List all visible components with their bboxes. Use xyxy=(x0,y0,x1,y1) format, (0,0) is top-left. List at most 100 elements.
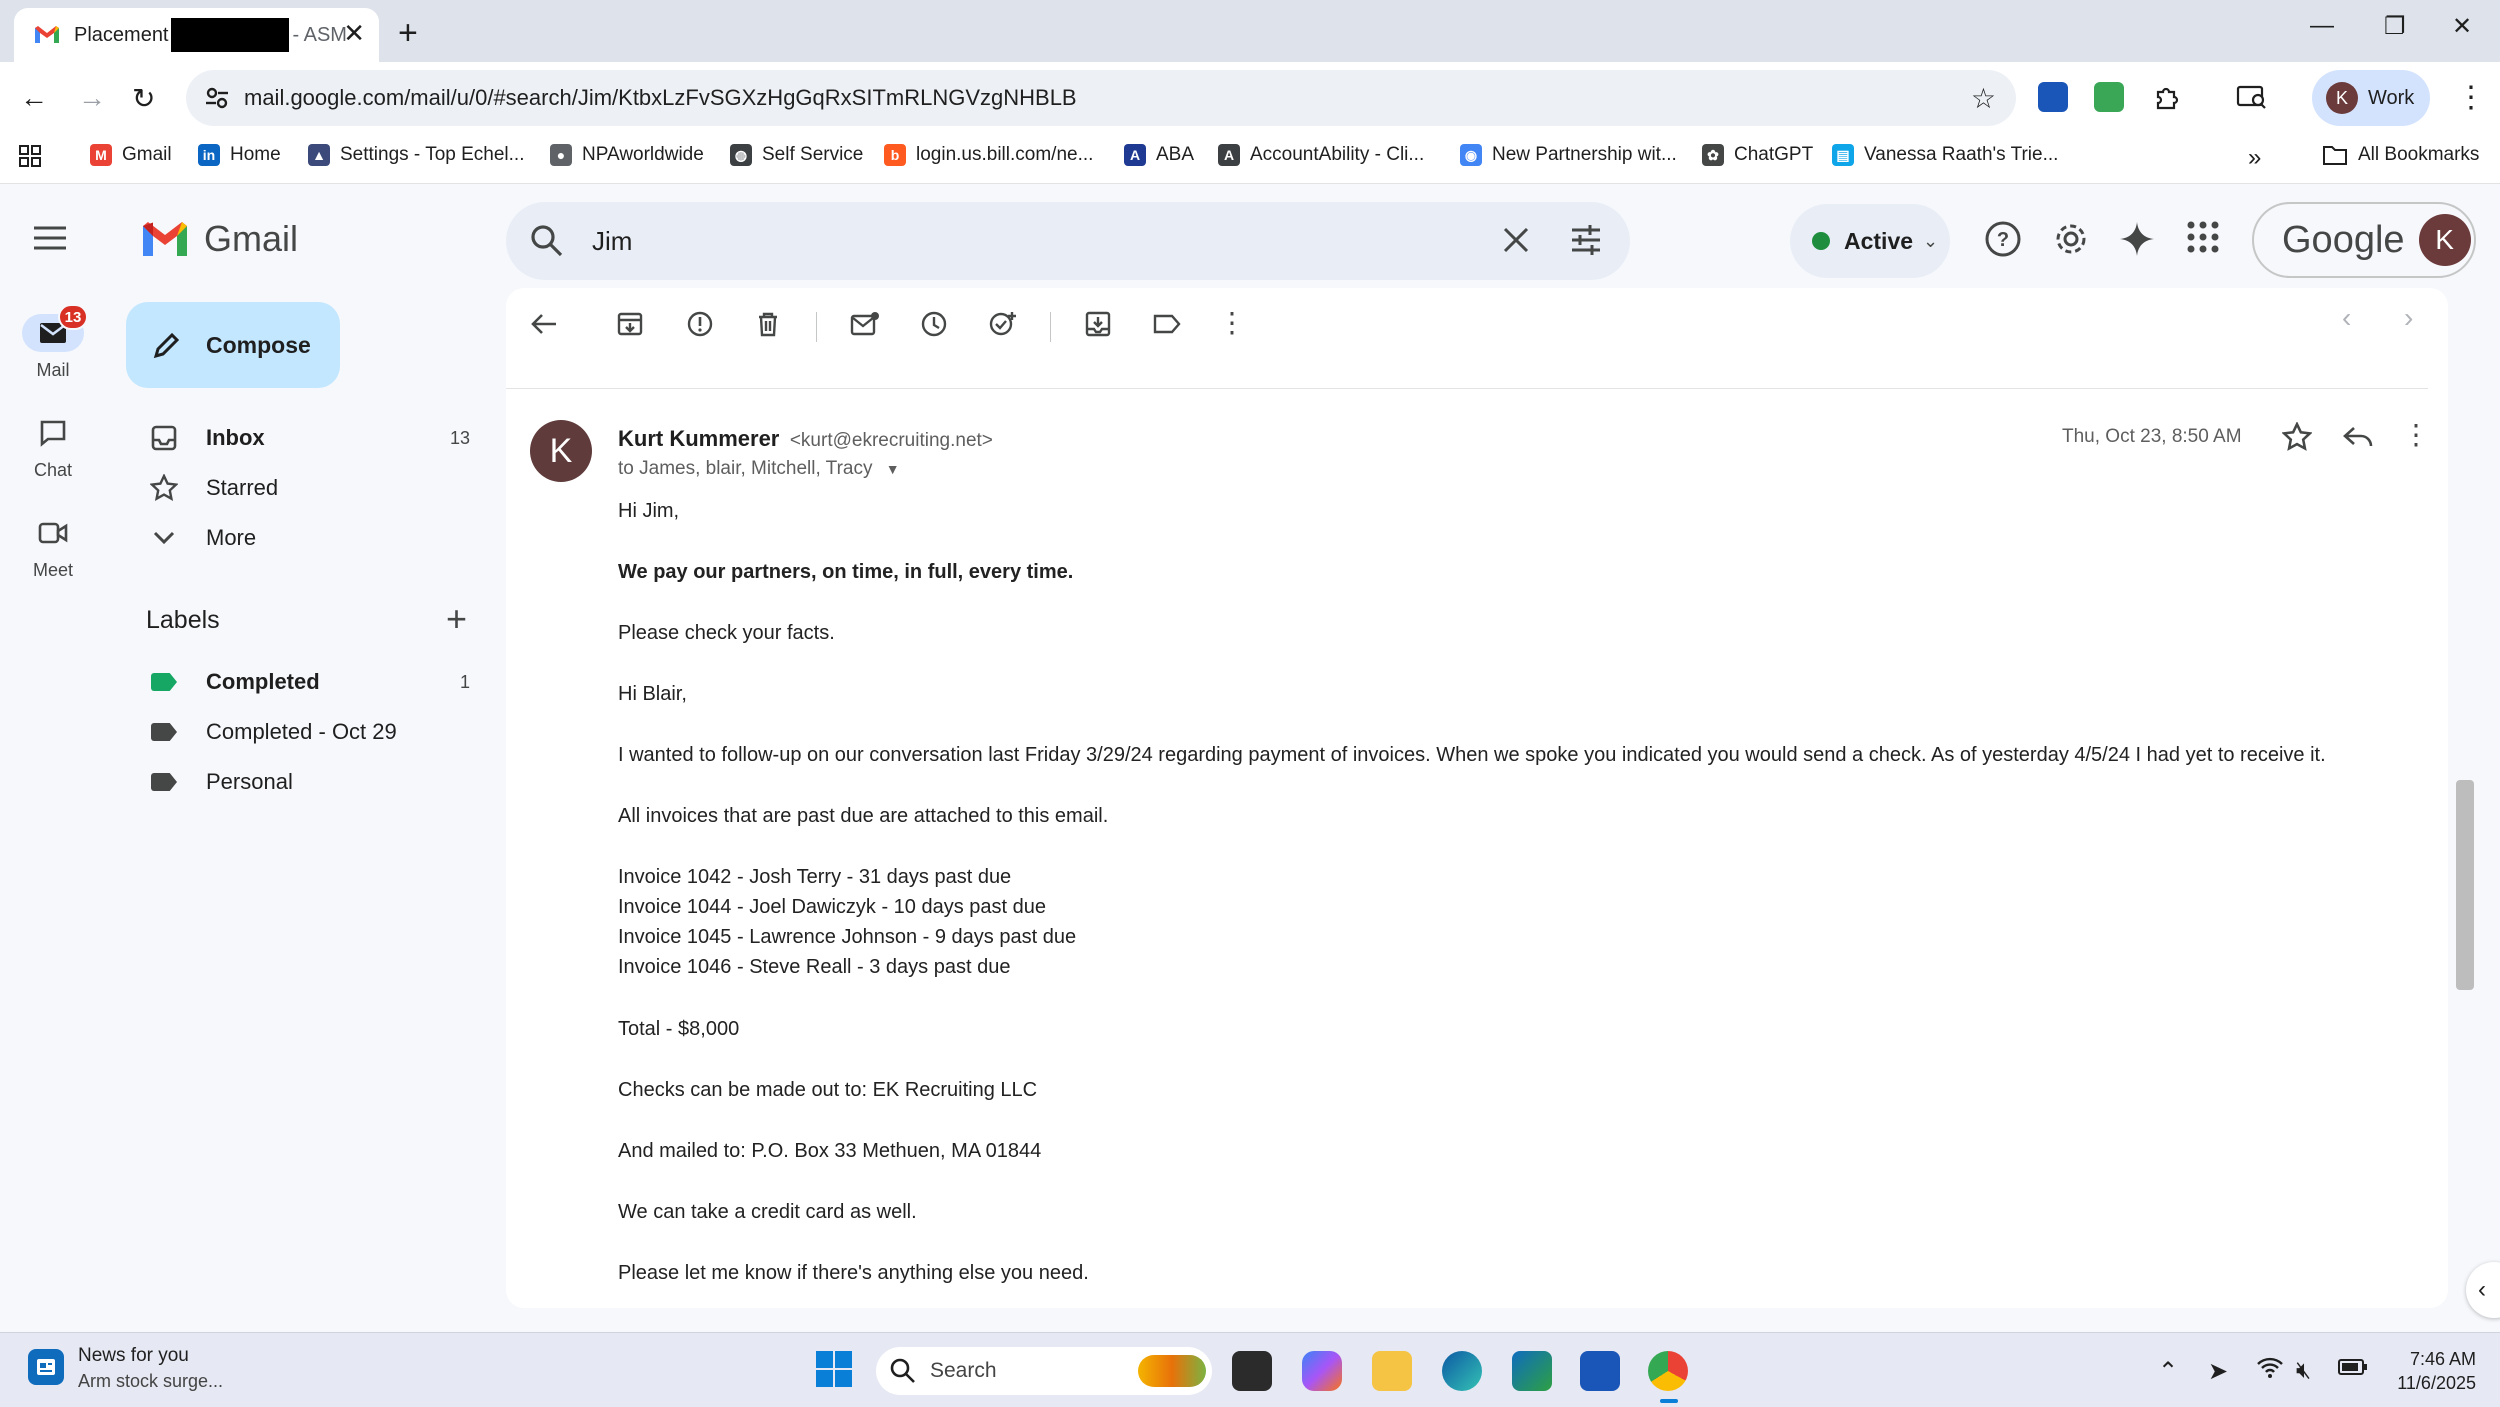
bookmark-gmail[interactable]: M Gmail xyxy=(90,144,172,166)
bookmark-trello[interactable]: ▤ Vanessa Raath's Trie... xyxy=(1832,144,2058,166)
recipients-line[interactable]: to James, blair, Mitchell, Tracy ▼ xyxy=(618,458,900,480)
window-close-icon[interactable]: ✕ xyxy=(2452,12,2472,41)
extension-people-icon[interactable] xyxy=(2094,82,2124,112)
invoice-line: Invoice 1044 - Joel Dawiczyk - 10 days p… xyxy=(618,896,1046,918)
rail-chat-icon-wrap xyxy=(22,414,84,452)
gmail-logo[interactable]: Gmail xyxy=(140,218,298,260)
search-query[interactable]: Jim xyxy=(592,226,632,257)
bookmark-label: Home xyxy=(230,144,281,165)
report-spam-icon[interactable] xyxy=(686,310,714,338)
browser-tab-active[interactable]: Placement - ASM ✕ xyxy=(14,8,379,62)
compose-button[interactable]: Compose xyxy=(126,302,340,388)
microsoft-365-icon[interactable] xyxy=(1512,1351,1552,1391)
copilot-icon[interactable] xyxy=(1302,1351,1342,1391)
snooze-clock-icon[interactable] xyxy=(920,310,948,338)
side-panel-toggle[interactable]: ‹ xyxy=(2466,1262,2500,1318)
all-bookmarks[interactable]: All Bookmarks xyxy=(2322,144,2479,166)
system-clock[interactable]: 7:46 AM 11/6/2025 xyxy=(2376,1347,2476,1395)
search-icon[interactable] xyxy=(530,224,564,258)
label-completed-oct-29[interactable]: Completed - Oct 29 xyxy=(148,712,478,752)
search-options-icon[interactable] xyxy=(1570,224,1602,256)
gemini-sparkle-icon[interactable] xyxy=(2118,220,2156,258)
rail-meet[interactable]: Meet xyxy=(0,514,106,581)
taskbar-search[interactable]: Search xyxy=(876,1347,1212,1395)
bookmark-npaworldwide[interactable]: ● NPAworldwide xyxy=(550,144,704,166)
apps-grid-icon[interactable] xyxy=(18,144,42,168)
bookmark-self-service[interactable]: ◍ Self Service xyxy=(730,144,863,166)
google-apps-icon[interactable] xyxy=(2186,220,2220,254)
browser-menu-icon[interactable]: ⋮ xyxy=(2456,80,2486,115)
minimize-icon[interactable]: — xyxy=(2310,12,2334,40)
bookmark-settings[interactable]: ▲ Settings - Top Echel... xyxy=(308,144,524,166)
show-hidden-icons[interactable]: ⌃ xyxy=(2158,1357,2178,1386)
clear-search-icon[interactable] xyxy=(1502,226,1530,254)
windows-start-icon[interactable] xyxy=(814,1349,854,1389)
nav-inbox[interactable]: Inbox 13 xyxy=(148,418,478,458)
older-message-icon[interactable]: › xyxy=(2404,302,2413,334)
new-tab-button[interactable]: + xyxy=(398,14,418,53)
message-scrollbar[interactable] xyxy=(2456,780,2474,990)
tab-close-icon[interactable]: ✕ xyxy=(343,18,365,49)
add-label-icon[interactable]: + xyxy=(446,598,467,640)
body-line: I wanted to follow-up on our conversatio… xyxy=(618,744,2326,766)
show-details-icon[interactable]: ▼ xyxy=(886,461,900,477)
bookmark-chatgpt[interactable]: ✿ ChatGPT xyxy=(1702,144,1813,166)
delete-icon[interactable] xyxy=(754,310,782,338)
rail-mail[interactable]: 13 Mail xyxy=(0,304,106,381)
sender-avatar[interactable]: K xyxy=(530,420,592,482)
add-to-tasks-icon[interactable] xyxy=(988,310,1018,338)
site-settings-icon[interactable] xyxy=(204,85,230,111)
tab-search-icon[interactable] xyxy=(2236,82,2266,112)
edge-browser-icon[interactable] xyxy=(1442,1351,1482,1391)
extension-info-icon[interactable] xyxy=(2038,82,2068,112)
bookmark-bill[interactable]: b login.us.bill.com/ne... xyxy=(884,144,1093,166)
browser-profile-button[interactable]: K Work xyxy=(2312,70,2430,126)
label-personal[interactable]: Personal xyxy=(148,762,478,802)
battery-icon[interactable] xyxy=(2338,1357,2368,1377)
star-message-icon[interactable] xyxy=(2282,422,2312,452)
bookmark-accountability[interactable]: A AccountAbility - Cli... xyxy=(1218,144,1424,166)
wifi-icon[interactable] xyxy=(2256,1357,2284,1379)
main-menu-icon[interactable] xyxy=(34,226,66,250)
mark-unread-icon[interactable] xyxy=(850,310,880,338)
label-icon[interactable] xyxy=(1152,310,1182,338)
forward-arrow-icon[interactable]: → xyxy=(78,82,106,114)
more-actions-icon[interactable]: ⋮ xyxy=(1218,306,1246,339)
status-selector[interactable]: Active ⌄ xyxy=(1790,204,1950,278)
settings-gear-icon[interactable] xyxy=(2052,220,2090,258)
microsoft-store-icon[interactable] xyxy=(1580,1351,1620,1391)
extensions-puzzle-icon[interactable] xyxy=(2152,82,2182,112)
chrome-icon[interactable] xyxy=(1648,1351,1688,1391)
bookmark-home[interactable]: in Home xyxy=(198,144,281,166)
location-arrow-icon[interactable]: ➤ xyxy=(2208,1357,2228,1386)
rail-chat[interactable]: Chat xyxy=(0,414,106,481)
reply-icon[interactable] xyxy=(2342,422,2374,452)
bill-icon: b xyxy=(884,144,906,166)
sender-name[interactable]: Kurt Kummerer xyxy=(618,426,779,451)
task-view-icon[interactable] xyxy=(1232,1351,1272,1391)
news-widget[interactable]: News for you Arm stock surge... xyxy=(28,1345,223,1392)
message-more-icon[interactable]: ⋮ xyxy=(2402,418,2430,451)
google-account-button[interactable]: Google K xyxy=(2252,202,2476,278)
nav-starred[interactable]: Starred xyxy=(148,468,478,508)
label-completed[interactable]: Completed 1 xyxy=(148,662,478,702)
bookmark-new-partnership[interactable]: ◉ New Partnership wit... xyxy=(1460,144,1677,166)
more-bookmarks-icon[interactable]: » xyxy=(2248,144,2261,172)
nav-more[interactable]: More xyxy=(148,518,478,558)
mail-search-bar[interactable]: Jim xyxy=(506,202,1630,280)
back-arrow-icon[interactable]: ← xyxy=(20,82,48,114)
bookmark-star-icon[interactable]: ☆ xyxy=(1971,82,1996,115)
move-to-icon[interactable] xyxy=(1084,310,1112,338)
partnership-icon: ◉ xyxy=(1460,144,1482,166)
back-to-list-icon[interactable] xyxy=(530,310,558,338)
restore-icon[interactable]: ❐ xyxy=(2384,12,2406,41)
help-icon[interactable]: ? xyxy=(1984,220,2022,258)
archive-icon[interactable] xyxy=(616,310,644,338)
newer-message-icon[interactable]: ‹ xyxy=(2342,302,2351,334)
rail-mail-icon-wrap: 13 xyxy=(22,304,88,352)
reload-icon[interactable]: ↻ xyxy=(132,82,155,115)
address-bar[interactable]: mail.google.com/mail/u/0/#search/Jim/Ktb… xyxy=(186,70,2016,126)
volume-muted-icon[interactable]: 🔇︎ xyxy=(2296,1357,2311,1385)
file-explorer-icon[interactable] xyxy=(1372,1351,1412,1391)
bookmark-aba[interactable]: A ABA xyxy=(1124,144,1194,166)
